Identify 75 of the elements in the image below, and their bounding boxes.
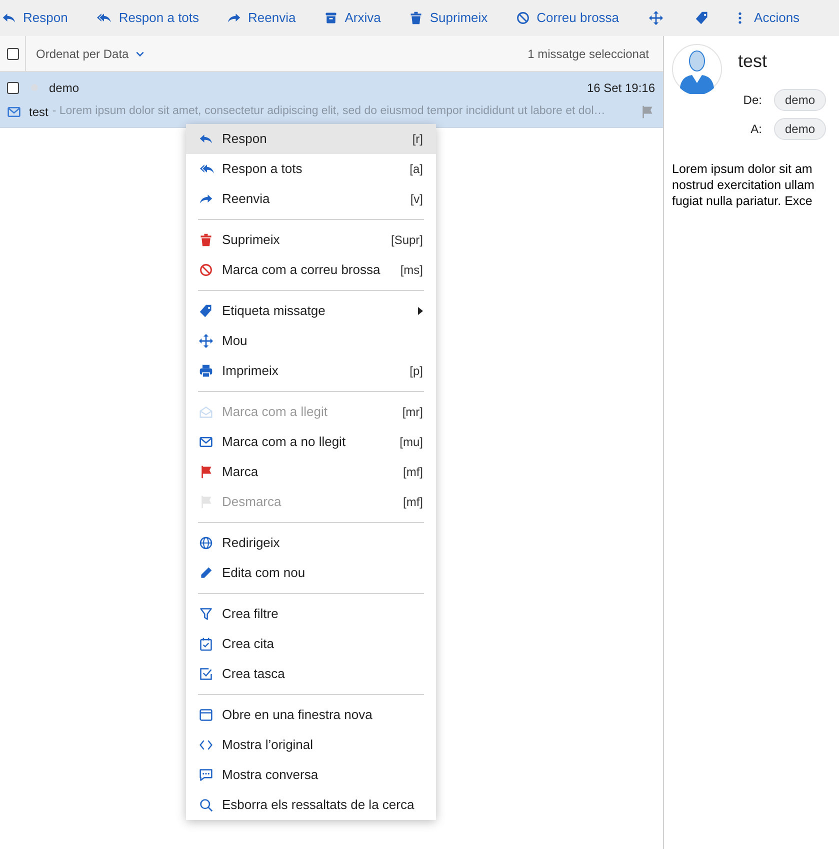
message-row[interactable]: demo 16 Set 19:16 test - Lorem ipsum dolor sit amet, consectetur adipiscing elit, sed do eiusmod tempor incididunt ut labore et dol… xyxy=(0,72,663,128)
spam-button[interactable]: Correu brossa xyxy=(516,4,620,32)
sender: demo xyxy=(49,80,80,96)
message-subject: test xyxy=(738,50,768,73)
body-text-line: nostrud exercitation ullam xyxy=(672,177,814,193)
trash-icon xyxy=(408,11,423,25)
menu-item[interactable]: Suprimeix [Supr] xyxy=(186,225,436,255)
menu-item[interactable]: Marca com a no llegit [mu] xyxy=(186,427,436,457)
checkbox-check-icon xyxy=(199,667,213,681)
menu-item[interactable]: Imprimeix [p] xyxy=(186,356,436,386)
move-icon xyxy=(649,11,664,25)
calendar-check-icon xyxy=(199,637,213,651)
archive-button[interactable]: Arxiva xyxy=(324,4,381,32)
menu-item[interactable]: Marca com a correu brossa [ms] xyxy=(186,255,436,285)
contact-chip[interactable]: demo xyxy=(774,88,826,110)
ban-icon xyxy=(199,263,213,277)
printer-icon xyxy=(199,364,213,378)
flag-icon xyxy=(199,495,213,509)
menu-item[interactable]: Crea tasca xyxy=(186,659,436,689)
envelope-icon xyxy=(199,435,213,449)
sort-dropdown[interactable]: Ordenat per Data xyxy=(36,44,145,62)
code-icon xyxy=(199,738,213,752)
flag-icon xyxy=(199,465,213,479)
select-all-checkbox[interactable] xyxy=(6,48,18,60)
menu-item[interactable]: Respon a tots [a] xyxy=(186,154,436,184)
reply-all-icon xyxy=(96,11,112,25)
menu-item[interactable]: Edita com nou xyxy=(186,558,436,588)
avatar-icon xyxy=(672,44,722,94)
forward-button[interactable]: Reenvia xyxy=(227,4,296,32)
message-date: 16 Set 19:16 xyxy=(586,80,655,96)
reply-icon xyxy=(2,11,16,25)
move-icon xyxy=(199,334,213,348)
tag-icon xyxy=(695,11,710,25)
reply-button[interactable]: Respon xyxy=(2,4,68,32)
forward-icon xyxy=(199,192,213,206)
menu-item[interactable]: Esborra els ressaltats de la cerca xyxy=(186,790,436,820)
header-label: De: xyxy=(743,92,762,108)
forward-icon xyxy=(227,11,242,25)
pencil-icon xyxy=(199,566,213,580)
ban-icon xyxy=(516,11,530,25)
unread-envelope-icon xyxy=(7,104,21,118)
archive-icon xyxy=(324,11,338,25)
menu-item[interactable]: Mou xyxy=(186,326,436,356)
chat-icon xyxy=(199,768,213,782)
menu-item[interactable]: Obre en una finestra nova xyxy=(186,700,436,730)
menu-item[interactable]: Reenvia [v] xyxy=(186,184,436,214)
submenu-arrow-icon xyxy=(418,307,423,315)
tag-icon xyxy=(199,304,213,318)
filter-icon xyxy=(199,607,213,621)
body-text-line: fugiat nulla pariatur. Exce xyxy=(672,193,812,209)
menu-item[interactable]: Crea cita xyxy=(186,629,436,659)
menu-item[interactable]: Etiqueta missatge xyxy=(186,296,436,326)
message-checkbox[interactable] xyxy=(7,82,19,94)
delete-button[interactable]: Suprimeix xyxy=(408,4,488,32)
menu-item[interactable]: Mostra conversa xyxy=(186,760,436,790)
body-text-line: Lorem ipsum dolor sit am xyxy=(672,161,812,177)
snippet: - Lorem ipsum dolor sit amet, consectetur adipiscing elit, sed do eiusmod tempor incididunt ut labore et dol… xyxy=(52,104,606,119)
menu-item[interactable]: Mostra l’original xyxy=(186,730,436,760)
reply-all-icon xyxy=(199,162,215,176)
contact-chip[interactable]: demo xyxy=(774,118,826,140)
menu-item[interactable]: Redirigeix xyxy=(186,528,436,558)
reply-icon xyxy=(199,132,213,146)
envelope-open-icon xyxy=(199,405,213,419)
selection-count: 1 missatge seleccionat xyxy=(528,46,649,62)
menu-item[interactable]: Crea filtre xyxy=(186,599,436,629)
menu-item[interactable]: Marca [mf] xyxy=(186,457,436,487)
reply-all-button[interactable]: Respon a tots xyxy=(96,4,200,32)
search-icon xyxy=(199,798,213,812)
menu-item[interactable]: Respon [r] xyxy=(186,124,436,154)
actions-button[interactable]: Accions xyxy=(733,4,800,32)
trash-icon xyxy=(199,233,213,247)
header-label: A: xyxy=(750,120,762,138)
subject: test xyxy=(29,104,48,120)
window-icon xyxy=(199,708,213,722)
globe-icon xyxy=(199,536,213,550)
